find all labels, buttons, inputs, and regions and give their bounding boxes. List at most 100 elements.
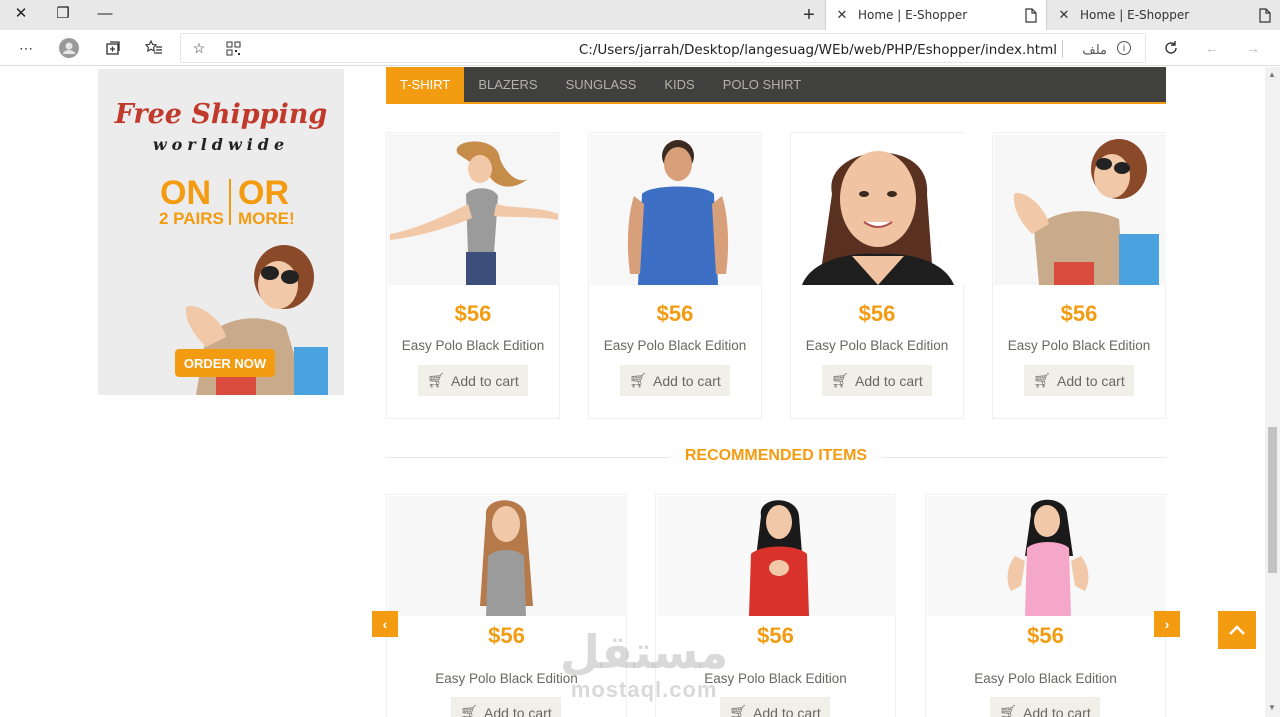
add-to-cart-button[interactable]: 🛒︎ Add to cart xyxy=(418,365,528,396)
product-card: $56 Easy Polo Black Edition 🛒︎ Add to ca… xyxy=(386,132,560,419)
page-icon xyxy=(1016,7,1046,23)
shopping-cart-icon: 🛒︎ xyxy=(460,704,479,717)
scroll-to-top-icon[interactable] xyxy=(1218,611,1256,649)
product-name[interactable]: Easy Polo Black Edition xyxy=(926,671,1165,686)
page-content: Free Shipping worldwide ON OR 2 PAIRS MO… xyxy=(0,67,1265,717)
product-image[interactable] xyxy=(590,134,762,285)
collections-icon[interactable] xyxy=(101,37,125,59)
add-to-cart-button[interactable]: 🛒︎ Add to cart xyxy=(990,697,1100,717)
address-bar-row: ⋯ ☆ C:/Users/jarrah/Desktop/langesuag/WE… xyxy=(0,30,1280,66)
ad-or-text: OR xyxy=(238,174,289,212)
add-to-cart-label: Add to cart xyxy=(653,372,721,389)
forward-arrow-icon[interactable]: → xyxy=(1241,37,1265,59)
shopping-cart-icon: 🛒︎ xyxy=(427,372,446,388)
tab-sunglass[interactable]: SUNGLASS xyxy=(552,67,651,102)
more-options-icon[interactable]: ⋯ xyxy=(14,37,38,59)
profile-avatar-icon[interactable] xyxy=(57,37,81,59)
page-icon xyxy=(1250,7,1280,23)
minimize-window-icon[interactable]: — xyxy=(84,0,126,26)
ad-subtitle: worldwide xyxy=(152,135,290,154)
product-image[interactable] xyxy=(657,496,896,616)
browser-tab-active[interactable]: ✕ Home | E-Shopper xyxy=(825,0,1047,30)
product-name[interactable]: Easy Polo Black Edition xyxy=(387,338,559,353)
ad-divider xyxy=(229,179,231,225)
product-name[interactable]: Easy Polo Black Edition xyxy=(589,338,761,353)
close-tab-icon[interactable]: ✕ xyxy=(826,8,858,23)
product-name[interactable]: Easy Polo Black Edition xyxy=(791,338,963,353)
product-image[interactable] xyxy=(388,496,627,616)
shopping-cart-icon: 🛒︎ xyxy=(1033,372,1052,388)
tab-title: Home | E-Shopper xyxy=(1080,8,1190,22)
divider-line xyxy=(386,457,670,458)
carousel-next-icon[interactable]: › xyxy=(1154,611,1180,637)
restore-window-icon[interactable]: ❐ xyxy=(42,0,84,26)
shopping-cart-icon: 🛒︎ xyxy=(629,372,648,388)
browser-tab-bar: ✕ ❐ — + ✕ Home | E-Shopper ✕ Home | E-Sh… xyxy=(0,0,1280,30)
product-image[interactable] xyxy=(388,134,560,285)
vertical-scrollbar[interactable]: ▲ ▼ xyxy=(1265,67,1280,717)
product-image[interactable] xyxy=(792,134,964,285)
add-to-cart-label: Add to cart xyxy=(451,372,519,389)
recommended-card: $56 Easy Polo Black Edition 🛒︎ Add to ca… xyxy=(925,494,1166,717)
add-to-cart-label: Add to cart xyxy=(753,704,821,717)
add-to-cart-button[interactable]: 🛒︎ Add to cart xyxy=(1024,365,1134,396)
add-to-cart-button[interactable]: 🛒︎ Add to cart xyxy=(620,365,730,396)
shopping-cart-icon: 🛒︎ xyxy=(999,704,1018,717)
refresh-icon[interactable] xyxy=(1159,37,1183,59)
product-price: $56 xyxy=(1027,623,1064,648)
url-text[interactable]: C:/Users/jarrah/Desktop/langesuag/WEb/we… xyxy=(579,42,1057,58)
add-to-cart-button[interactable]: 🛒︎ Add to cart xyxy=(822,365,932,396)
recommended-items-title: RECOMMENDED ITEMS xyxy=(672,447,880,465)
product-image[interactable] xyxy=(994,134,1166,285)
add-to-cart-label: Add to cart xyxy=(1023,704,1091,717)
ad-pairs-text: 2 PAIRS xyxy=(159,209,224,228)
product-card: $56 Easy Polo Black Edition 🛒︎ Add to ca… xyxy=(588,132,762,419)
file-label: ملف xyxy=(1082,42,1107,57)
scrollbar-thumb[interactable] xyxy=(1268,427,1277,573)
tab-blazers[interactable]: BLAZERS xyxy=(464,67,551,102)
recommended-card: $56 Easy Polo Black Edition 🛒︎ Add to ca… xyxy=(386,494,627,717)
scroll-up-icon[interactable]: ▲ xyxy=(1268,70,1276,79)
free-shipping-ad-banner[interactable]: Free Shipping worldwide ON OR 2 PAIRS MO… xyxy=(98,69,344,395)
recommended-card: $56 Easy Polo Black Edition 🛒︎ Add to ca… xyxy=(655,494,896,717)
favorite-star-icon[interactable]: ☆ xyxy=(187,37,211,59)
scroll-down-icon[interactable]: ▼ xyxy=(1268,703,1276,712)
product-name[interactable]: Easy Polo Black Edition xyxy=(656,671,895,686)
qr-code-icon[interactable] xyxy=(221,37,245,59)
close-window-icon[interactable]: ✕ xyxy=(0,0,42,26)
product-price: $56 xyxy=(656,301,694,326)
product-name[interactable]: Easy Polo Black Edition xyxy=(387,671,626,686)
close-tab-icon[interactable]: ✕ xyxy=(1048,8,1080,23)
product-card: $56 Easy Polo Black Edition 🛒︎ Add to ca… xyxy=(790,132,964,419)
tab-kids[interactable]: KIDS xyxy=(650,67,708,102)
product-price: $56 xyxy=(1060,301,1098,326)
shopping-cart-icon: 🛒︎ xyxy=(831,372,850,388)
ad-title: Free Shipping xyxy=(114,99,328,130)
product-card: $56 Easy Polo Black Edition 🛒︎ Add to ca… xyxy=(992,132,1166,419)
new-tab-icon[interactable]: + xyxy=(796,3,822,27)
ad-on-text: ON xyxy=(160,174,211,212)
tab-t-shirt[interactable]: T-SHIRT xyxy=(386,67,465,102)
product-name[interactable]: Easy Polo Black Edition xyxy=(993,338,1165,353)
product-image[interactable] xyxy=(927,496,1166,616)
add-to-cart-label: Add to cart xyxy=(855,372,923,389)
tab-polo-shirt[interactable]: POLO SHIRT xyxy=(709,67,816,102)
product-price: $56 xyxy=(454,301,492,326)
browser-tab-inactive[interactable]: ✕ Home | E-Shopper xyxy=(1048,0,1280,30)
category-tabs: T-SHIRT BLAZERS SUNGLASS KIDS POLO SHIRT xyxy=(386,67,1166,104)
add-to-cart-label: Add to cart xyxy=(1057,372,1125,389)
add-to-cart-button[interactable]: 🛒︎ Add to cart xyxy=(451,697,561,717)
product-price: $56 xyxy=(858,301,896,326)
favorites-list-icon[interactable] xyxy=(142,37,166,59)
site-info-icon[interactable]: i xyxy=(1117,41,1131,55)
add-to-cart-label: Add to cart xyxy=(484,704,552,717)
add-to-cart-button[interactable]: 🛒︎ Add to cart xyxy=(720,697,830,717)
shopping-cart-icon: 🛒︎ xyxy=(729,704,748,717)
back-arrow-icon[interactable]: ← xyxy=(1200,37,1224,59)
product-price: $56 xyxy=(488,623,525,648)
url-separator xyxy=(1062,40,1063,58)
ad-more-text: MORE! xyxy=(238,209,295,228)
order-now-button[interactable]: ORDER NOW xyxy=(175,349,275,377)
carousel-prev-icon[interactable]: ‹ xyxy=(372,611,398,637)
url-box[interactable]: ☆ C:/Users/jarrah/Desktop/langesuag/WEb/… xyxy=(180,33,1146,63)
